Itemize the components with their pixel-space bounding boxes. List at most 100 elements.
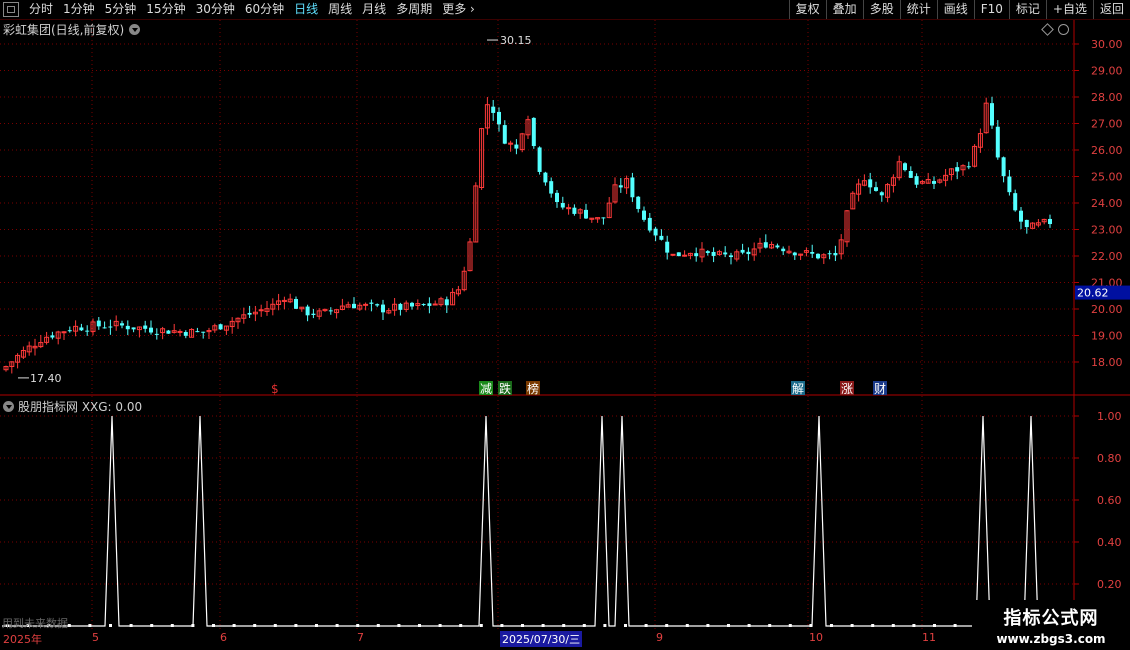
- candle-body-down[interactable]: [833, 253, 838, 256]
- candle-body-up[interactable]: [363, 303, 369, 306]
- candle-body-down[interactable]: [955, 167, 960, 172]
- candle-body-down[interactable]: [647, 217, 652, 231]
- xxg-point[interactable]: [479, 624, 483, 627]
- chevron-down-icon[interactable]: [3, 401, 14, 412]
- candle-body-down[interactable]: [247, 312, 252, 315]
- event-marker[interactable]: 解: [792, 382, 804, 396]
- candle-body-down[interactable]: [444, 299, 449, 306]
- candle-body-down[interactable]: [398, 303, 403, 310]
- xxg-point[interactable]: [170, 624, 174, 627]
- candle-body-down[interactable]: [125, 325, 130, 330]
- restore-rights-button[interactable]: 复权: [788, 0, 826, 19]
- xxg-point[interactable]: [253, 624, 257, 627]
- candle-body-down[interactable]: [653, 228, 658, 236]
- xxg-point[interactable]: [891, 624, 895, 627]
- candle-body-down[interactable]: [1019, 210, 1023, 222]
- draw-line-button[interactable]: 画线: [936, 0, 974, 19]
- candle-body-down[interactable]: [1001, 157, 1006, 177]
- candle-body-down[interactable]: [50, 335, 55, 338]
- candle-body-down[interactable]: [618, 185, 623, 188]
- xxg-point[interactable]: [685, 624, 689, 627]
- candle-body-down[interactable]: [792, 252, 797, 256]
- candle-body-down[interactable]: [827, 253, 832, 255]
- candle-body-down[interactable]: [816, 253, 820, 259]
- tab-fenshi[interactable]: 分时: [24, 0, 58, 19]
- tab-60min[interactable]: 60分钟: [240, 0, 289, 19]
- xxg-point[interactable]: [500, 624, 504, 627]
- tab-1min[interactable]: 1分钟: [58, 0, 100, 19]
- xxg-point[interactable]: [273, 624, 277, 627]
- candle-body-down[interactable]: [131, 327, 136, 330]
- xxg-point[interactable]: [644, 624, 648, 627]
- candle-body-down[interactable]: [763, 242, 768, 248]
- xxg-point[interactable]: [294, 624, 298, 627]
- tab-15min[interactable]: 15分钟: [141, 0, 190, 19]
- candle-body-down[interactable]: [810, 252, 815, 254]
- candle-body-up[interactable]: [682, 254, 688, 257]
- xxg-point[interactable]: [624, 624, 627, 627]
- candle-body-down[interactable]: [537, 147, 542, 172]
- xxg-point[interactable]: [88, 624, 92, 627]
- tab-30min[interactable]: 30分钟: [191, 0, 240, 19]
- xxg-point[interactable]: [459, 624, 463, 627]
- candle-body-down[interactable]: [102, 327, 107, 329]
- tab-more[interactable]: 更多 ›: [437, 0, 480, 19]
- candle-body-down[interactable]: [149, 327, 153, 333]
- add-watchlist-button[interactable]: +自选: [1045, 0, 1093, 19]
- mark-button[interactable]: 标记: [1008, 0, 1046, 19]
- candle-body-down[interactable]: [903, 163, 907, 171]
- back-button[interactable]: 返回: [1092, 0, 1130, 19]
- chart-canvas[interactable]: 30.00 29.00 28.00 27.00 26.00 25.00 24.00 23.00…: [0, 20, 1130, 650]
- candle-body-down[interactable]: [990, 103, 994, 126]
- xxg-point[interactable]: [521, 624, 524, 627]
- f10-button[interactable]: F10: [973, 0, 1009, 19]
- candle-body-down[interactable]: [781, 248, 786, 252]
- xxg-point[interactable]: [912, 624, 916, 627]
- xxg-point[interactable]: [582, 624, 586, 627]
- candle-body-down[interactable]: [120, 323, 124, 326]
- xxg-point[interactable]: [150, 624, 154, 627]
- candle-body-up[interactable]: [177, 330, 183, 333]
- candle-body-down[interactable]: [560, 203, 565, 208]
- candle-body-down[interactable]: [642, 210, 646, 220]
- event-marker[interactable]: 涨: [841, 381, 853, 396]
- candle-body-down[interactable]: [636, 196, 641, 209]
- xxg-point[interactable]: [933, 624, 936, 627]
- candle-body-down[interactable]: [311, 313, 316, 315]
- candle-body-down[interactable]: [723, 252, 728, 255]
- candle-body-down[interactable]: [874, 187, 878, 191]
- candle-body-down[interactable]: [1048, 218, 1052, 225]
- candle-body-down[interactable]: [908, 171, 913, 178]
- xxg-point[interactable]: [706, 624, 710, 627]
- candle-body-down[interactable]: [729, 255, 733, 258]
- xxg-point[interactable]: [418, 624, 421, 627]
- chevron-down-icon[interactable]: [129, 23, 141, 35]
- candle-body-down[interactable]: [705, 251, 710, 253]
- candle-body-down[interactable]: [879, 192, 884, 196]
- candle-body-down[interactable]: [294, 299, 298, 309]
- candle-body-down[interactable]: [531, 117, 536, 147]
- xxg-point[interactable]: [727, 624, 730, 627]
- candle-body-down[interactable]: [746, 251, 751, 255]
- tab-5min[interactable]: 5分钟: [100, 0, 142, 19]
- xxg-point[interactable]: [67, 624, 71, 627]
- xxg-point[interactable]: [212, 624, 215, 627]
- candle-body-down[interactable]: [427, 303, 432, 306]
- xxg-point[interactable]: [109, 624, 112, 627]
- candle-body-down[interactable]: [502, 125, 507, 144]
- candle-body-down[interactable]: [85, 330, 90, 332]
- xxg-point[interactable]: [850, 624, 854, 627]
- candle-body-down[interactable]: [775, 245, 780, 248]
- candle-body-down[interactable]: [676, 252, 681, 257]
- candle-body-down[interactable]: [549, 181, 554, 194]
- candlestick-series[interactable]: [3, 96, 1052, 374]
- candle-body-down[interactable]: [659, 235, 664, 240]
- candle-body-up[interactable]: [258, 309, 264, 312]
- xxg-point[interactable]: [438, 624, 442, 627]
- candle-body-down[interactable]: [1007, 176, 1012, 193]
- candle-body-down[interactable]: [966, 166, 971, 168]
- candle-body-down[interactable]: [514, 144, 519, 149]
- candle-body-up[interactable]: [670, 253, 676, 256]
- overlay-button[interactable]: 叠加: [825, 0, 863, 19]
- xxg-point[interactable]: [665, 624, 669, 627]
